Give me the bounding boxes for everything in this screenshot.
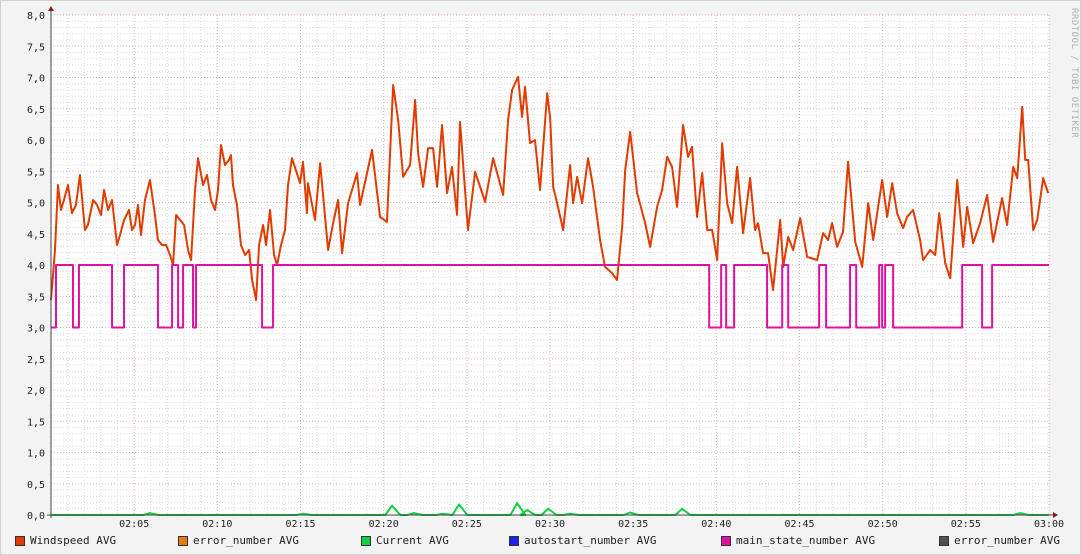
legend-item: Current AVG [361,534,449,547]
chart-svg: 0,0 0,5 1,0 1,5 2,0 2,5 3,0 3,5 4,0 4,5 5,0 5,5 6,0 6… [0,0,1081,555]
x-tick-label: 03:00 [1034,519,1064,530]
y-tick-label: 3,0 [27,324,45,335]
legend-swatch-icon [361,535,371,546]
x-tick-label: 02:55 [951,519,981,530]
legend-swatch-icon [509,535,519,546]
y-tick-label: 2,5 [27,355,45,366]
y-tick-label: 7,5 [27,42,45,53]
y-tick-label: 3,5 [27,292,45,303]
y-tick-label: 1,0 [27,449,45,460]
y-tick-label: 6,5 [27,105,45,116]
y-tick-label: 7,0 [27,74,45,85]
legend-item: Windspeed AVG [15,534,116,547]
legend-swatch-icon [178,535,188,546]
y-tick-label: 8,0 [27,11,45,22]
x-tick-label: 02:15 [285,519,315,530]
y-tick-label: 6,0 [27,136,45,147]
x-tick-label: 02:45 [784,519,814,530]
x-tick-label: 02:20 [369,519,399,530]
x-tick-label: 02:25 [452,519,482,530]
x-tick-label: 02:40 [701,519,731,530]
legend-swatch-icon [939,535,949,546]
legend-item: main_state_number AVG [721,534,875,547]
x-tick-label: 02:05 [119,519,149,530]
x-axis-arrow-icon [1053,512,1058,518]
legend-item: error_number AVG [939,534,1060,547]
legend-item: error_number AVG [178,534,299,547]
y-tick-label: 0,0 [27,511,45,522]
x-tick-label: 02:10 [202,519,232,530]
legend-swatch-icon [721,535,731,546]
legend-label: autostart_number AVG [524,534,657,547]
y-tick-label: 5,5 [27,167,45,178]
y-tick-label: 5,0 [27,199,45,210]
x-tick-label: 02:35 [618,519,648,530]
x-tick-label: 02:50 [868,519,898,530]
legend-label: Current AVG [376,534,449,547]
y-tick-label: 4,0 [27,261,45,272]
y-tick-label: 1,5 [27,417,45,428]
legend-label: Windspeed AVG [30,534,117,547]
rrd-graph: 0,0 0,5 1,0 1,5 2,0 2,5 3,0 3,5 4,0 4,5 5,0 5,5 6,0 6… [0,0,1081,555]
watermark: RRDTOOL / TOBI OETIKER [1069,8,1079,139]
y-tick-label: 0,5 [27,480,45,491]
legend-item: autostart_number AVG [509,534,656,547]
legend-swatch-icon [15,535,25,546]
legend-label: main_state_number AVG [736,534,876,547]
y-tick-label: 4,5 [27,230,45,241]
legend-label: error_number AVG [954,534,1060,547]
x-tick-label: 02:30 [535,519,565,530]
legend-label: error_number AVG [193,534,299,547]
y-tick-label: 2,0 [27,386,45,397]
y-axis-arrow-icon [48,6,54,11]
